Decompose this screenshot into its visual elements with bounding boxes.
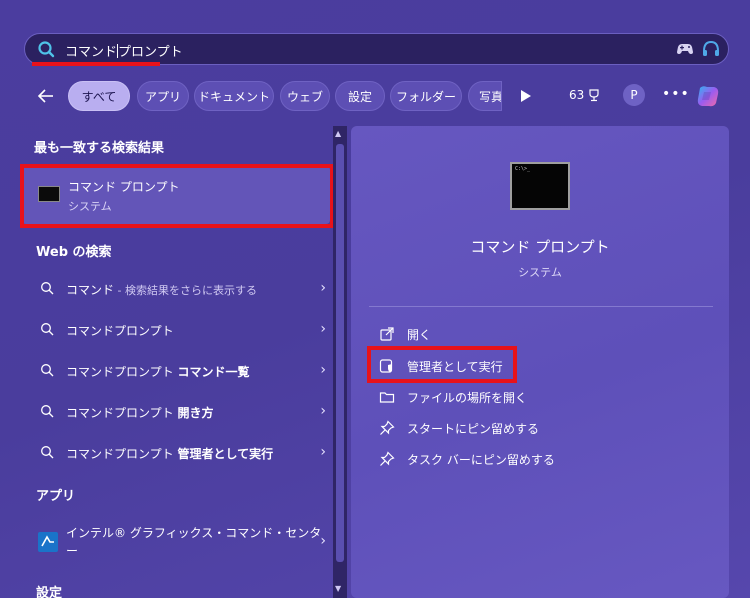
filter-chip-folders[interactable]: フォルダー — [390, 81, 462, 111]
preview-title: コマンド プロンプト — [470, 238, 610, 256]
chevron-right-icon: › — [320, 321, 326, 337]
pin-icon — [380, 451, 395, 466]
open-external-icon — [380, 327, 394, 341]
filter-chip-photos[interactable]: 写真 — [468, 81, 502, 111]
scroll-right-play-icon[interactable] — [519, 88, 533, 104]
filter-chip-web[interactable]: ウェブ — [280, 81, 330, 111]
more-options-icon[interactable]: ••• — [662, 86, 690, 102]
web-item-label: コマンド - 検索結果をさらに表示する — [66, 283, 257, 297]
web-item[interactable]: コマンドプロンプト 開き方 › — [20, 393, 332, 431]
command-prompt-preview-icon: C:\>_ — [510, 162, 570, 210]
apps-heading: アプリ — [36, 489, 76, 504]
web-item[interactable]: コマンド - 検索結果をさらに表示する › — [20, 270, 332, 308]
search-box[interactable]: コマンドプロンプト — [24, 33, 729, 65]
action-pin-to-taskbar[interactable]: タスク バーにピン留めする — [377, 447, 677, 471]
search-highlight-underline — [32, 62, 160, 66]
chevron-right-icon: › — [320, 533, 326, 549]
action-open-file-location[interactable]: ファイルの場所を開く — [377, 385, 677, 409]
filter-bar: すべて アプリ ドキュメント ウェブ 設定 フォルダー 写真 63 P ••• — [0, 80, 750, 114]
search-icon — [41, 446, 54, 459]
web-item-label: コマンドプロンプト 管理者として実行 — [66, 447, 274, 461]
search-icon — [41, 323, 54, 336]
chevron-right-icon: › — [320, 362, 326, 378]
copilot-icon[interactable] — [694, 82, 722, 110]
results-list: 最も一致する検索結果 コマンド プロンプト システム Web の検索 コマンド … — [20, 126, 334, 598]
search-icon — [41, 405, 54, 418]
search-icon — [41, 282, 54, 295]
web-item-label: コマンドプロンプト コマンド一覧 — [66, 365, 250, 379]
action-pin-to-start[interactable]: スタートにピン留めする — [377, 416, 677, 440]
headset-icon[interactable] — [700, 38, 722, 60]
filter-chip-settings[interactable]: 設定 — [335, 81, 385, 111]
search-window: コマンドプロンプト すべて アプリ ドキュメント ウェブ 設定 フォルダー 写真 — [0, 0, 750, 598]
run-as-admin-highlight — [367, 346, 517, 383]
search-icon — [38, 41, 55, 58]
rewards-points[interactable]: 63 — [569, 88, 601, 102]
intel-graphics-icon — [38, 532, 58, 552]
filter-chip-documents[interactable]: ドキュメント — [194, 81, 274, 111]
back-arrow-icon[interactable] — [36, 86, 56, 106]
search-icon — [41, 364, 54, 377]
chevron-right-icon: › — [320, 403, 326, 419]
preview-divider — [369, 306, 713, 307]
preview-pane: C:\>_ コマンド プロンプト システム 開く 管理者として実行 ファイルの場… — [351, 126, 729, 598]
scroll-up-icon[interactable]: ▲ — [335, 129, 341, 138]
scroll-thumb[interactable] — [336, 144, 344, 562]
scroll-down-icon[interactable]: ▼ — [335, 584, 341, 593]
web-item-label: コマンドプロンプト 開き方 — [66, 406, 214, 420]
app-item-label-line2: ー — [66, 544, 79, 558]
pin-icon — [380, 420, 395, 435]
action-pin-to-start-label: スタートにピン留めする — [407, 422, 540, 436]
folder-icon — [379, 392, 395, 403]
trophy-icon — [589, 89, 599, 102]
web-item[interactable]: コマンドプロンプト コマンド一覧 › — [20, 352, 332, 390]
app-item[interactable]: インテル® グラフィックス・コマンド・センタ ー › — [20, 518, 332, 562]
search-input[interactable]: コマンドプロンプト — [65, 41, 183, 60]
web-search-heading: Web の検索 — [36, 245, 112, 260]
best-match-heading: 最も一致する検索結果 — [34, 141, 165, 156]
user-avatar[interactable]: P — [623, 84, 645, 106]
web-item-label: コマンドプロンプト — [66, 324, 174, 338]
filter-chip-apps[interactable]: アプリ — [137, 81, 189, 111]
action-pin-to-taskbar-label: タスク バーにピン留めする — [407, 453, 555, 467]
chevron-right-icon: › — [320, 444, 326, 460]
action-open-label: 開く — [407, 328, 432, 342]
chevron-right-icon: › — [320, 280, 326, 296]
filter-chip-all[interactable]: すべて — [68, 81, 130, 111]
action-open[interactable]: 開く — [377, 322, 677, 346]
points-value: 63 — [569, 88, 585, 102]
action-open-file-location-label: ファイルの場所を開く — [407, 391, 528, 405]
app-item-label-line1: インテル® グラフィックス・コマンド・センタ — [66, 526, 322, 540]
preview-subtitle: システム — [518, 266, 562, 279]
best-match-highlight — [20, 164, 334, 228]
web-item[interactable]: コマンドプロンプト › — [20, 311, 332, 349]
settings-heading: 設定 — [36, 586, 63, 598]
web-item[interactable]: コマンドプロンプト 管理者として実行 › — [20, 434, 332, 472]
gamepad-icon[interactable] — [674, 38, 696, 60]
results-scrollbar[interactable]: ▲ ▼ — [333, 126, 347, 598]
